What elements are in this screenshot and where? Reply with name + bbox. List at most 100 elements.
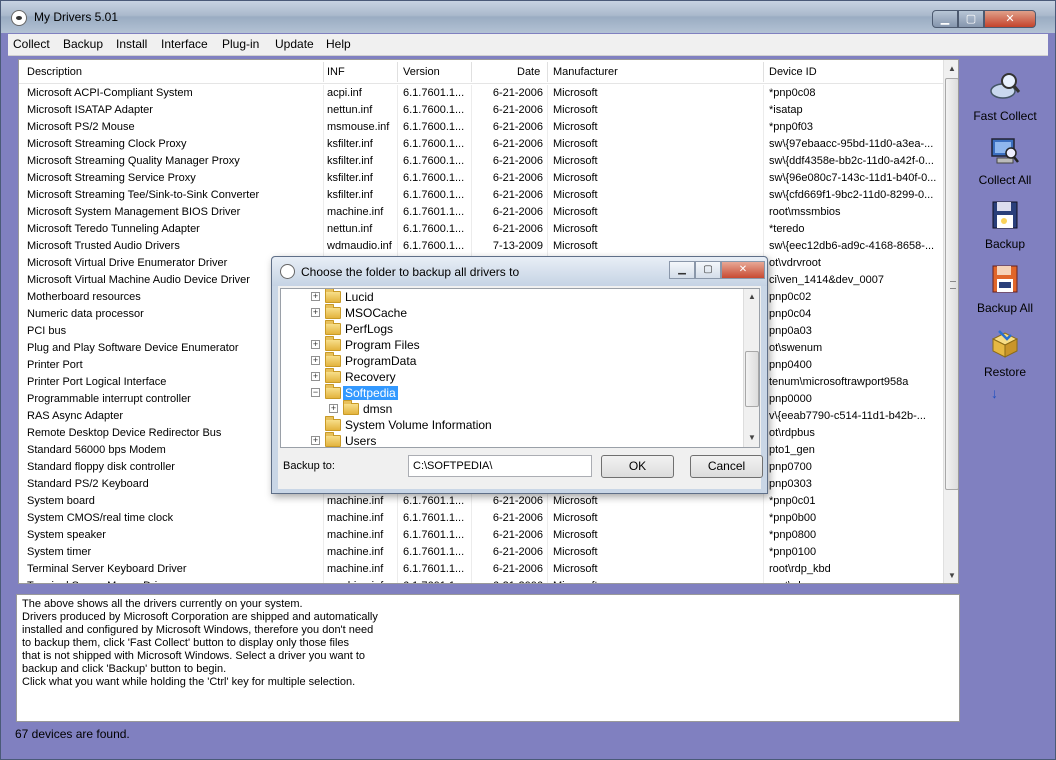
tree-expander-icon[interactable]: + [329, 404, 338, 413]
table-row[interactable]: Microsoft ISATAP Adapter nettun.inf 6.1.76… [19, 102, 943, 119]
column-header-version[interactable]: Version [403, 66, 440, 78]
column-divider[interactable] [763, 62, 764, 82]
cell-version: 6.1.7600.1... [403, 138, 465, 150]
table-row[interactable]: System board machine.inf 6.1.7601.1... 6-21… [19, 493, 943, 510]
cell-inf: machine.inf [327, 206, 384, 218]
tree-expander-icon[interactable]: + [311, 436, 320, 445]
list-scrollbar[interactable]: ▲ ▼ [943, 60, 958, 583]
tree-item[interactable]: + Users [281, 432, 741, 447]
menu-install[interactable]: Install [116, 37, 147, 51]
table-row[interactable]: Microsoft Streaming Quality Manager Prox… [19, 153, 943, 170]
title-bar[interactable]: My Drivers 5.01 ▁ ▢ ✕ [1, 1, 1055, 33]
minimize-button[interactable]: ▁ [932, 10, 958, 28]
column-divider[interactable] [547, 62, 548, 82]
tree-item-label: Lucid [345, 290, 374, 304]
backup-button[interactable]: Backup [963, 193, 1047, 253]
close-button[interactable]: ✕ [984, 10, 1036, 28]
tree-item[interactable]: PerfLogs [281, 320, 741, 337]
column-header-inf[interactable]: INF [327, 66, 345, 78]
tree-scroll-thumb[interactable] [745, 351, 759, 407]
tree-expander-icon[interactable]: + [311, 372, 320, 381]
column-divider[interactable] [471, 62, 472, 82]
menu-interface[interactable]: Interface [161, 37, 208, 51]
folder-tree[interactable]: + Users System Volume Information + dmsn − Sof… [280, 288, 760, 448]
table-row[interactable]: Microsoft System Management BIOS Driver m… [19, 204, 943, 221]
tree-scroll-down-icon[interactable]: ▼ [744, 430, 759, 446]
restore-button[interactable]: Restore [963, 321, 1047, 381]
dialog-maximize-button[interactable]: ▢ [695, 261, 721, 279]
scroll-down-icon[interactable]: ▼ [944, 567, 958, 583]
cell-description: System board [27, 495, 95, 507]
menu-update[interactable]: Update [275, 37, 314, 51]
table-row[interactable]: Microsoft Streaming Tee/Sink-to-Sink Con… [19, 187, 943, 204]
collect-all-button[interactable]: Collect All [963, 129, 1047, 189]
table-row[interactable]: System speaker machine.inf 6.1.7601.1... 6-… [19, 527, 943, 544]
tree-item[interactable]: + MSOCache [281, 304, 741, 321]
column-divider[interactable] [397, 62, 398, 82]
scroll-thumb[interactable] [945, 78, 958, 490]
tree-item[interactable]: − Softpedia [281, 384, 741, 401]
dialog-title-bar[interactable]: Choose the folder to backup all drivers … [272, 257, 767, 286]
cell-inf: machine.inf [327, 512, 384, 524]
more-tools-arrow-icon[interactable]: ↓ [991, 385, 998, 401]
menu-backup[interactable]: Backup [63, 37, 103, 51]
tree-item[interactable]: + ProgramData [281, 352, 741, 369]
cell-device-id: sw\{eec12db6-ad9c-4168-8658-... [769, 240, 935, 252]
table-row[interactable]: Microsoft Teredo Tunneling Adapter nettun… [19, 221, 943, 238]
cell-date: 6-21-2006 [492, 206, 543, 218]
cell-version: 6.1.7601.1... [403, 512, 465, 524]
tree-expander-icon[interactable]: + [311, 340, 320, 349]
tree-expander-icon[interactable]: + [311, 356, 320, 365]
tree-scroll-up-icon[interactable]: ▲ [744, 289, 759, 305]
maximize-button[interactable]: ▢ [958, 10, 984, 28]
cell-device-id: root\rdp_mou [769, 580, 941, 583]
tree-item-label: Program Files [345, 338, 420, 352]
tree-item[interactable]: + dmsn [281, 400, 741, 417]
cancel-button[interactable]: Cancel [690, 455, 763, 478]
table-row[interactable]: Microsoft PS/2 Mouse msmouse.inf 6.1.7600.… [19, 119, 943, 136]
dialog-close-button[interactable]: ✕ [721, 261, 765, 279]
menu-collect[interactable]: Collect [13, 37, 50, 51]
cell-description: Microsoft Teredo Tunneling Adapter [27, 223, 200, 235]
column-header-manufacturer[interactable]: Manufacturer [553, 66, 618, 78]
tree-item[interactable]: + Recovery [281, 368, 741, 385]
table-row[interactable]: Microsoft Streaming Service Proxy ksfilte… [19, 170, 943, 187]
grip-icon [950, 281, 956, 289]
tree-item[interactable]: + Program Files [281, 336, 741, 353]
cell-inf: ksfilter.inf [327, 189, 373, 201]
tree-item-label: PerfLogs [345, 322, 394, 336]
menu-plug-in[interactable]: Plug-in [222, 37, 259, 51]
column-header-description[interactable]: Description [27, 66, 82, 78]
cell-device-id: tenum\microsoftrawport958a [769, 376, 909, 388]
folder-browse-dialog: Choose the folder to backup all drivers … [271, 256, 768, 494]
tree-expander-icon[interactable]: + [311, 308, 320, 317]
tree-item[interactable]: System Volume Information [281, 416, 741, 433]
tree-item-label: Softpedia [343, 386, 398, 400]
cell-inf: machine.inf [327, 563, 384, 575]
table-row[interactable]: Microsoft Streaming Clock Proxy ksfilter.… [19, 136, 943, 153]
menu-help[interactable]: Help [326, 37, 351, 51]
column-header-date[interactable]: Date [517, 66, 540, 78]
ok-button[interactable]: OK [601, 455, 674, 478]
folder-icon [325, 320, 341, 335]
scroll-up-icon[interactable]: ▲ [944, 60, 958, 77]
tree-expander-icon[interactable]: + [311, 292, 320, 301]
dialog-minimize-button[interactable]: ▁ [669, 261, 695, 279]
table-row[interactable]: Terminal Server Keyboard Driver machine.i… [19, 561, 943, 578]
fast-collect-button[interactable]: Fast Collect [963, 65, 1047, 125]
column-header-device-id[interactable]: Device ID [769, 66, 817, 78]
column-divider[interactable] [323, 62, 324, 82]
tree-expander-icon[interactable]: − [311, 388, 320, 397]
backup-all-button[interactable]: Backup All [963, 257, 1047, 317]
table-row[interactable]: System timer machine.inf 6.1.7601.1... 6-21… [19, 544, 943, 561]
cell-inf: machine.inf [327, 580, 399, 583]
backup-path-input[interactable] [408, 455, 592, 477]
cell-description: Microsoft System Management BIOS Driver [27, 206, 241, 218]
table-row[interactable]: System CMOS/real time clock machine.inf 6.… [19, 510, 943, 527]
cell-inf: nettun.inf [327, 104, 373, 116]
table-row[interactable]: Microsoft ACPI-Compliant System acpi.inf 6… [19, 85, 943, 102]
table-row[interactable]: Terminal Server Mouse Driver machine.inf 6… [19, 578, 943, 583]
tree-item[interactable]: + Lucid [281, 289, 741, 305]
tree-scrollbar[interactable]: ▲ ▼ [743, 289, 759, 447]
table-row[interactable]: Microsoft Trusted Audio Drivers wdmaudio.… [19, 238, 943, 255]
